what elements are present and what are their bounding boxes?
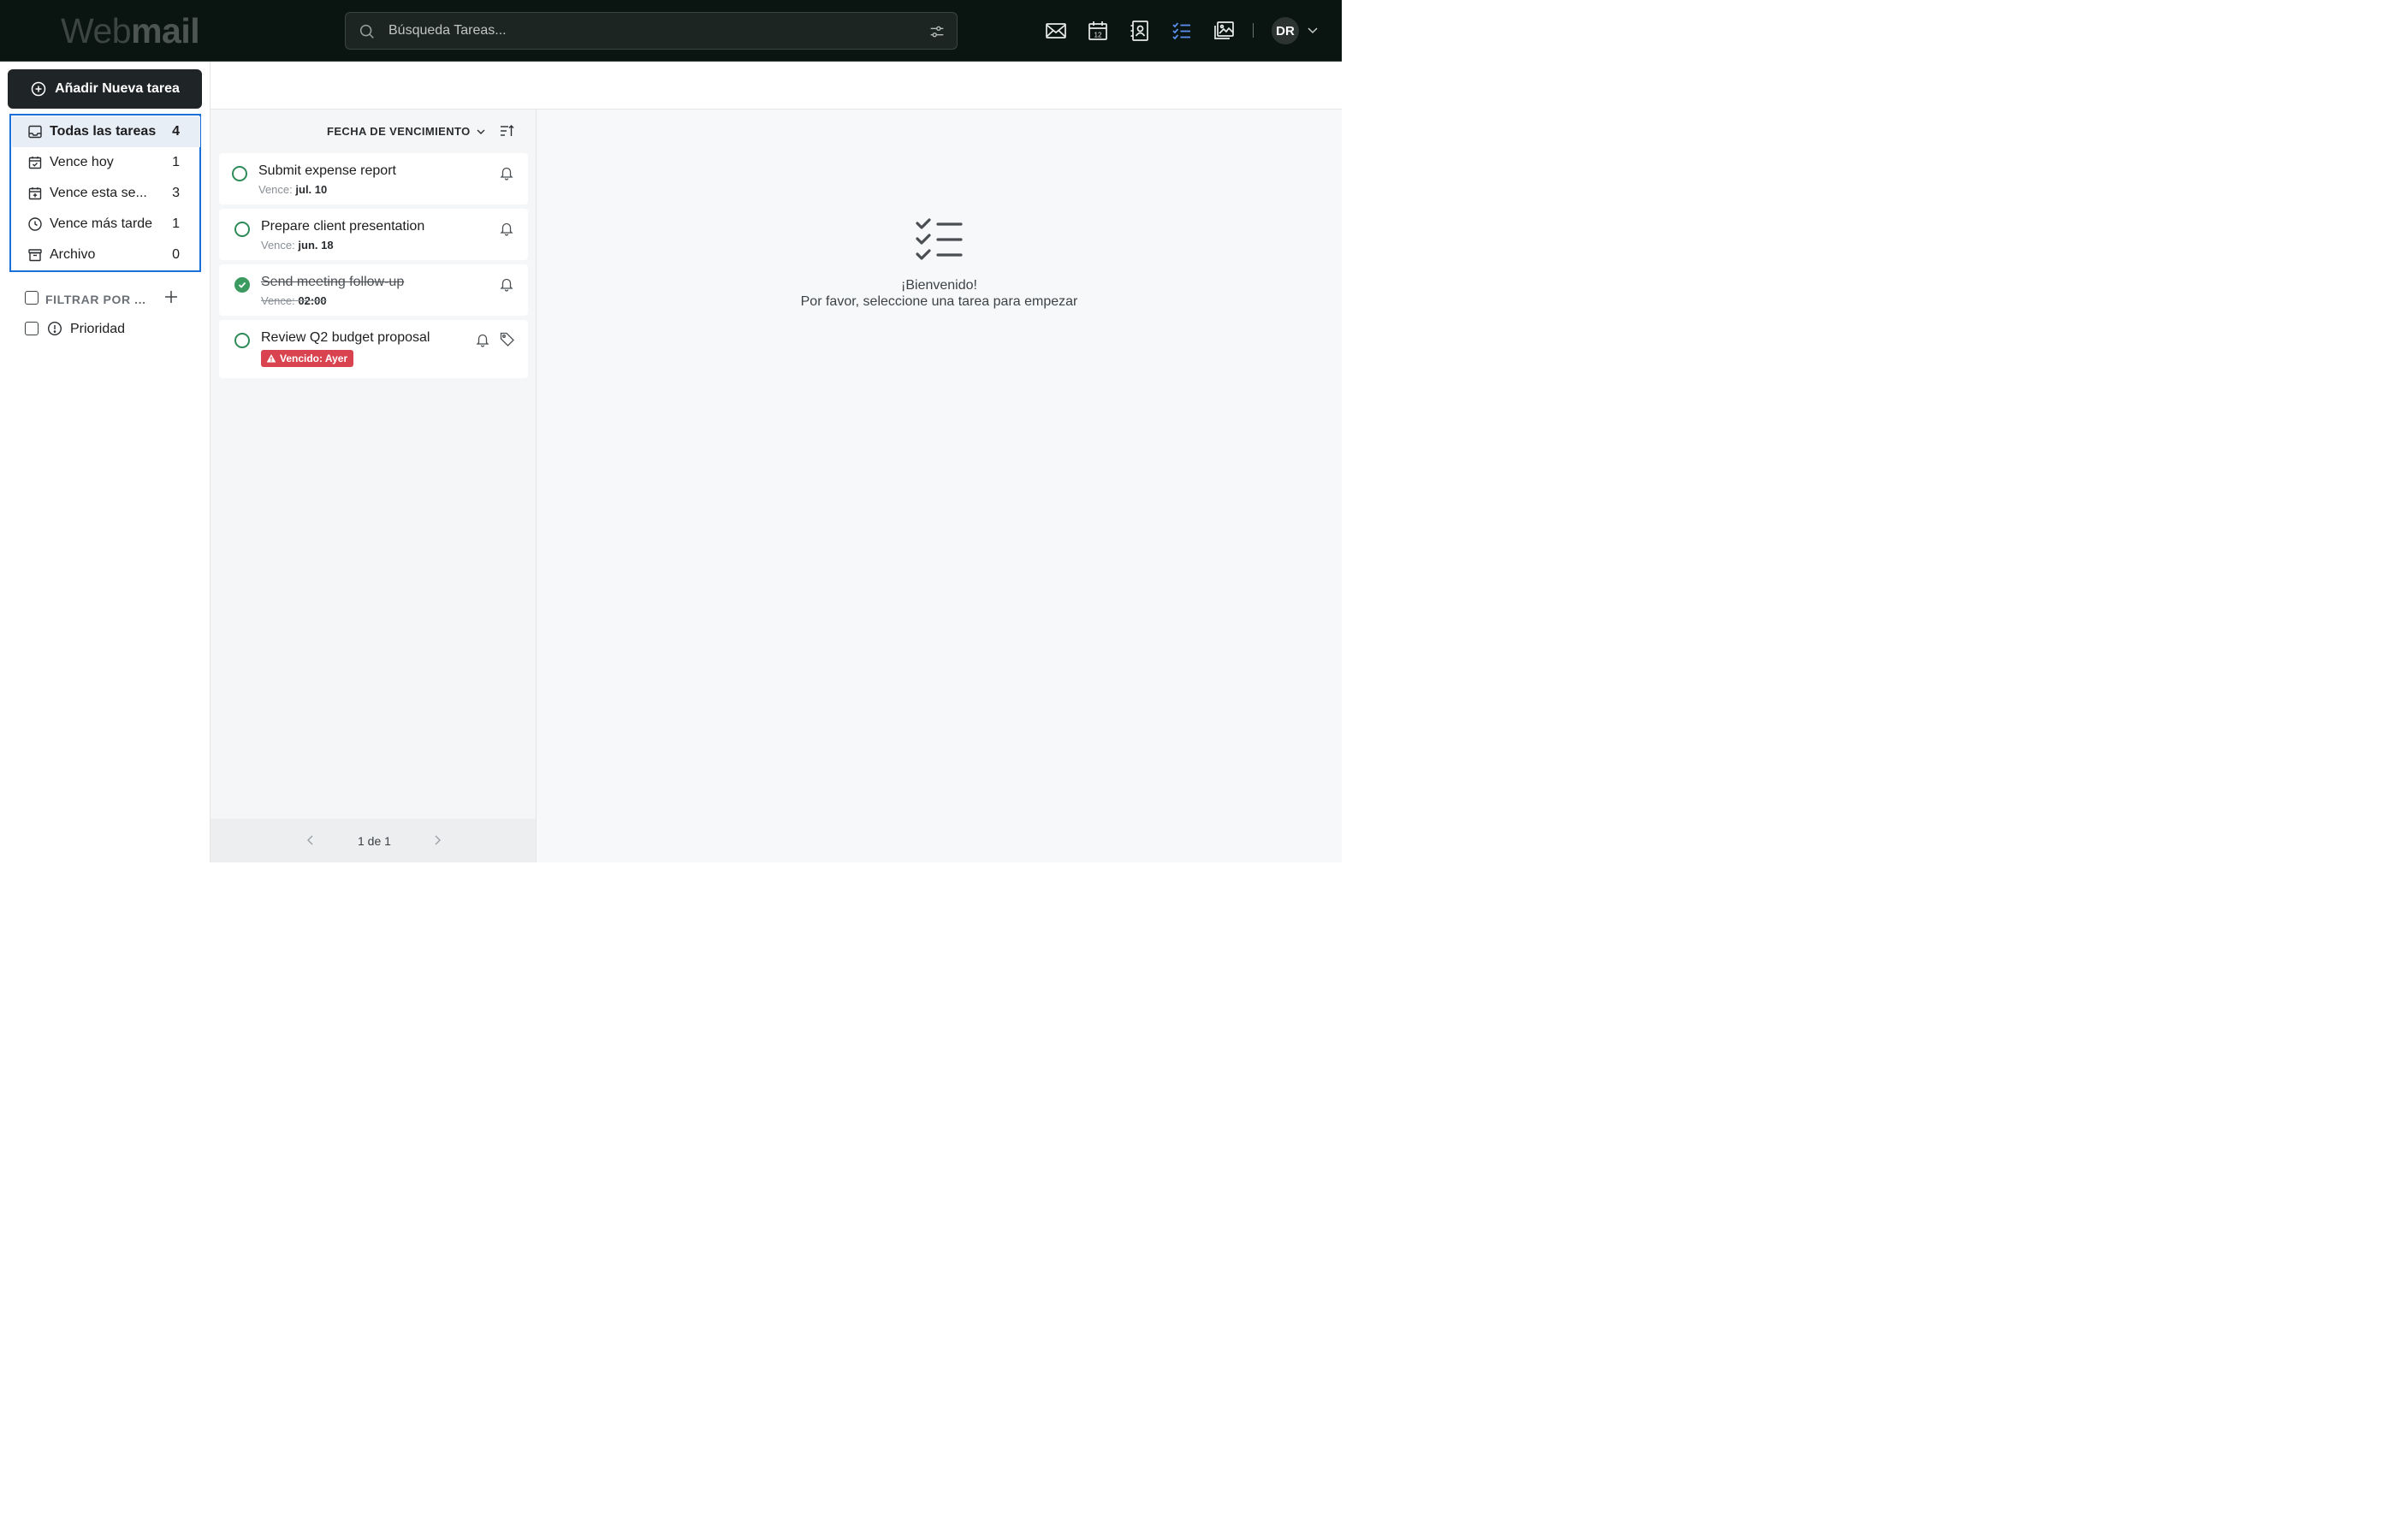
- task-item[interactable]: Send meeting follow-up Vence: 02:00: [219, 264, 528, 316]
- pagination: 1 de 1: [211, 819, 536, 862]
- sidebar-item-count: 4: [172, 124, 180, 139]
- mail-icon[interactable]: [1044, 19, 1068, 43]
- checklist-icon: [916, 218, 963, 260]
- task-title: Send meeting follow-up: [261, 275, 405, 289]
- calendar-plus-icon: [28, 187, 42, 200]
- chevron-down-icon[interactable]: [1307, 26, 1319, 36]
- logo-part-web: Web: [61, 11, 132, 50]
- page-indicator: 1 de 1: [358, 834, 391, 848]
- task-due-prefix: Vence:: [258, 183, 293, 196]
- app-logo[interactable]: Webmail: [61, 11, 200, 50]
- task-complete-toggle[interactable]: [234, 222, 250, 237]
- tasks-icon[interactable]: [1170, 19, 1194, 43]
- inbox-icon: [28, 125, 42, 139]
- search-icon: [359, 24, 374, 38]
- sidebar-item-label: Todas las tareas: [50, 124, 157, 139]
- sidebar-item-label: Archivo: [50, 247, 96, 262]
- search-box: [345, 12, 958, 50]
- photos-icon[interactable]: [1212, 19, 1236, 43]
- filter-item-label: Prioridad: [70, 322, 126, 336]
- logo-part-mail: mail: [131, 11, 200, 50]
- filter-header: FILTRAR POR ...: [25, 289, 187, 310]
- task-due-date: jul. 10: [295, 183, 328, 196]
- priority-checkbox[interactable]: [25, 322, 39, 335]
- overdue-badge: Vencido: Ayer: [261, 350, 354, 367]
- task-due-date: 02:00: [298, 294, 327, 307]
- bell-icon[interactable]: [499, 165, 514, 181]
- sidebar-item-due-later[interactable]: Vence más tarde 1: [12, 209, 200, 240]
- calendar-icon[interactable]: 12: [1086, 19, 1110, 43]
- welcome-title: ¡Bienvenido!: [901, 278, 977, 293]
- tag-icon[interactable]: [499, 331, 515, 347]
- task-complete-toggle[interactable]: [234, 333, 250, 348]
- top-header: Webmail 12 DR: [0, 0, 1342, 62]
- clock-icon: [28, 217, 42, 231]
- task-title: Prepare client presentation: [261, 219, 425, 234]
- sidebar-item-due-today[interactable]: Vence hoy 1: [12, 147, 200, 178]
- welcome-message: Por favor, seleccione una tarea para emp…: [800, 294, 1078, 309]
- task-item[interactable]: Submit expense report Vence: jul. 10: [219, 153, 528, 204]
- sort-direction-icon[interactable]: [499, 123, 514, 139]
- search-filter-icon[interactable]: [928, 22, 946, 41]
- task-due-prefix: Vence:: [261, 239, 295, 252]
- bell-icon[interactable]: [499, 221, 514, 236]
- sidebar-item-due-this-week[interactable]: Vence esta se... 3: [12, 178, 200, 209]
- svg-text:12: 12: [1094, 32, 1102, 39]
- bell-icon[interactable]: [499, 276, 514, 292]
- avatar[interactable]: DR: [1272, 17, 1299, 44]
- sidebar-item-all-tasks[interactable]: Todas las tareas 4: [12, 116, 200, 147]
- overdue-label: Vencido: Ayer: [280, 352, 348, 364]
- add-task-label: Añadir Nueva tarea: [55, 81, 180, 96]
- task-list-pane: FECHA DE VENCIMIENTO Submit expense repo…: [211, 110, 537, 862]
- task-complete-toggle[interactable]: [234, 277, 250, 293]
- filter-item-priority[interactable]: Prioridad: [25, 321, 187, 341]
- calendar-check-icon: [28, 157, 42, 169]
- bell-icon[interactable]: [475, 332, 490, 347]
- add-task-button[interactable]: Añadir Nueva tarea: [8, 69, 202, 109]
- contacts-icon[interactable]: [1128, 19, 1152, 43]
- sidebar-item-label: Vence esta se...: [50, 186, 147, 200]
- task-due-date: jun. 18: [298, 239, 334, 252]
- task-views-nav: Todas las tareas 4 Vence hoy 1 Vence est…: [9, 114, 201, 272]
- search-input[interactable]: [388, 13, 902, 49]
- task-title: Review Q2 budget proposal: [261, 330, 430, 345]
- task-complete-toggle[interactable]: [232, 166, 247, 181]
- task-due: Vence: jul. 10: [258, 183, 327, 196]
- sidebar-item-count: 1: [172, 155, 180, 169]
- task-due: Vence: jun. 18: [261, 239, 334, 252]
- task-title: Submit expense report: [258, 163, 396, 178]
- sidebar-item-archive[interactable]: Archivo 0: [12, 240, 200, 270]
- warning-icon: [266, 354, 276, 363]
- sidebar-item-count: 3: [172, 186, 180, 200]
- sort-field-dropdown[interactable]: FECHA DE VENCIMIENTO: [327, 125, 471, 138]
- sidebar-item-label: Vence hoy: [50, 155, 114, 169]
- chevron-down-icon[interactable]: [476, 127, 486, 137]
- toolbar: [211, 62, 1342, 110]
- header-divider: [1253, 23, 1254, 38]
- chevron-right-icon[interactable]: [431, 834, 443, 846]
- alert-circle-icon: [47, 321, 62, 336]
- sidebar: Añadir Nueva tarea Todas las tareas 4 Ve…: [0, 62, 211, 862]
- filter-label: FILTRAR POR ...: [45, 293, 146, 306]
- check-icon: [238, 281, 246, 288]
- task-due-prefix: Vence:: [261, 294, 295, 307]
- sidebar-item-count: 0: [172, 247, 180, 262]
- chevron-left-icon[interactable]: [305, 834, 317, 846]
- plus-circle-icon: [31, 81, 46, 97]
- task-detail-pane: ¡Bienvenido! Por favor, seleccione una t…: [537, 110, 1342, 862]
- add-filter-icon[interactable]: [163, 289, 179, 305]
- task-due: Vence: 02:00: [261, 294, 327, 307]
- sort-bar: FECHA DE VENCIMIENTO: [211, 110, 537, 152]
- sidebar-item-count: 1: [172, 216, 180, 231]
- filter-all-checkbox[interactable]: [25, 291, 39, 305]
- sidebar-item-label: Vence más tarde: [50, 216, 153, 231]
- task-item[interactable]: Review Q2 budget proposal Vencido: Ayer: [219, 320, 528, 378]
- archive-icon: [28, 249, 42, 262]
- task-item[interactable]: Prepare client presentation Vence: jun. …: [219, 209, 528, 260]
